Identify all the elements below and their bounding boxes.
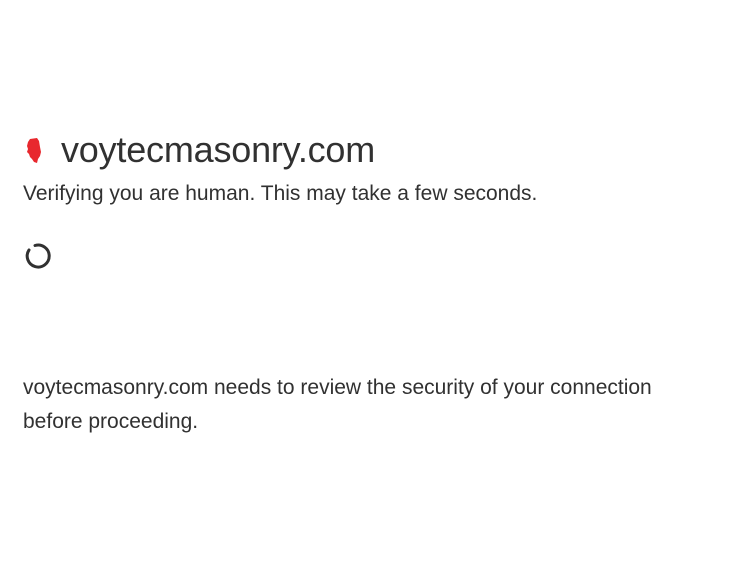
verifying-message: Verifying you are human. This may take a… [23,182,538,205]
site-domain-heading: voytecmasonry.com [61,129,376,170]
loading-spinner-icon [23,241,53,271]
security-review-message: voytecmasonry.com needs to review the se… [23,376,652,433]
illinois-state-shape-icon [23,136,47,164]
site-header: voytecmasonry.com [23,129,375,171]
